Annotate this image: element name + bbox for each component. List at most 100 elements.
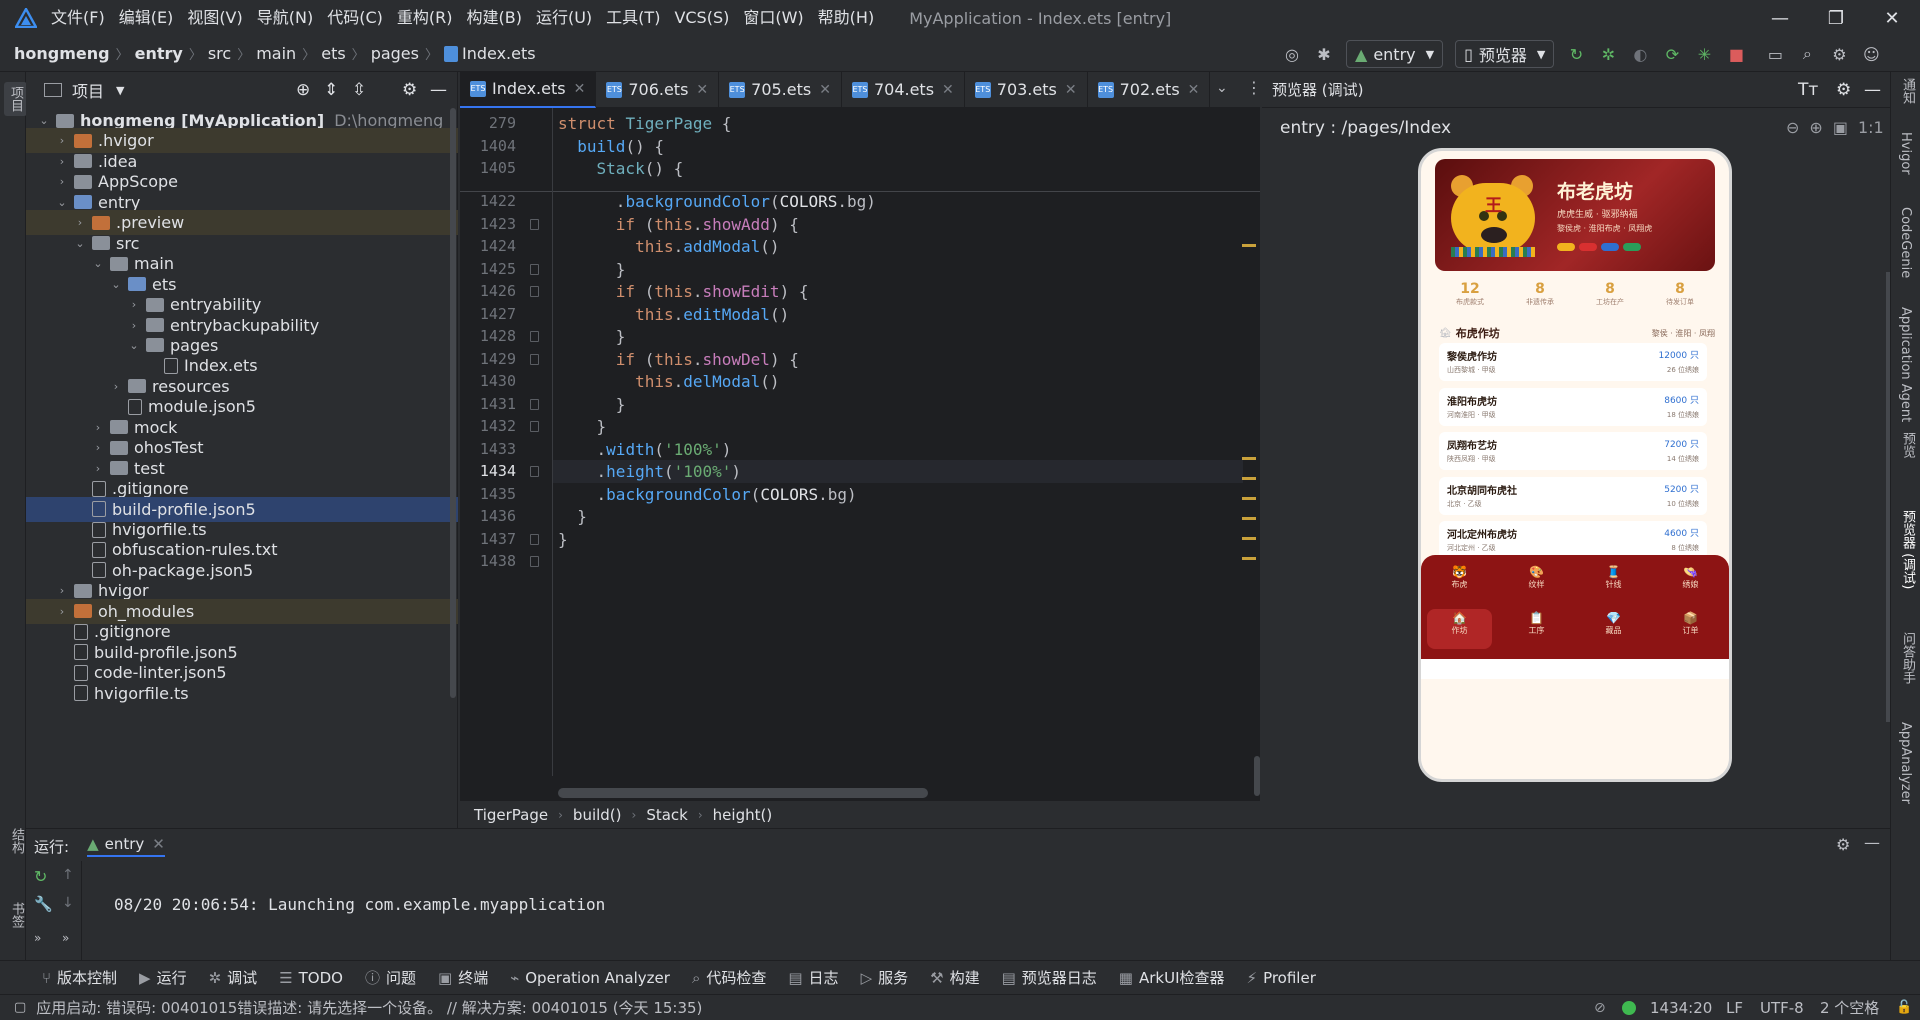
tool-window-8[interactable]: ▤ 日志 — [788, 967, 838, 988]
hide-icon[interactable]: — — [1864, 80, 1881, 100]
breadcrumb-item[interactable]: entry — [135, 44, 183, 63]
no-inspection-icon[interactable]: ⊘ — [1594, 1000, 1606, 1016]
layout-icon[interactable]: ▢ — [14, 1000, 26, 1015]
close-icon[interactable]: ✕ — [1065, 82, 1077, 98]
tool-window-11[interactable]: ▤ 预览器日志 — [1002, 967, 1097, 988]
project-tool-tab[interactable]: 项目 — [4, 82, 27, 116]
code-area[interactable]: 1422 .backgroundColor(COLORS.bg) 1423 if … — [460, 192, 1260, 752]
code-crumb[interactable]: TigerPage — [474, 806, 548, 824]
target-icon[interactable]: ◎ — [1279, 41, 1305, 67]
nav-item[interactable]: 🎨 纹样 — [1504, 563, 1569, 603]
chevron-right-icon[interactable]: › — [126, 298, 142, 311]
right-tool-tab[interactable]: CodeGenie — [1898, 207, 1913, 278]
zoom-out-icon[interactable]: ⊖ — [1786, 118, 1799, 137]
tool-window-10[interactable]: ⚒ 构建 — [930, 967, 979, 988]
chevron-right-icon[interactable]: › — [126, 319, 142, 332]
chevron-down-icon[interactable]: ⌄ — [36, 114, 52, 127]
tool-window-12[interactable]: ▦ ArkUI检查器 — [1119, 967, 1225, 988]
maximize-button[interactable]: ❐ — [1808, 0, 1864, 36]
horizontal-scrollbar[interactable] — [558, 788, 928, 798]
rerun-icon[interactable]: ↻ — [34, 867, 47, 886]
code-line[interactable]: } — [558, 327, 626, 346]
close-icon[interactable]: ✕ — [942, 82, 954, 98]
nav-item[interactable]: 🐯 布虎 — [1427, 563, 1492, 603]
chevron-right-icon[interactable]: › — [54, 155, 70, 168]
menu-item-4[interactable]: 代码(C) — [320, 0, 390, 36]
right-tool-tab[interactable]: 预览器 (调试) — [1898, 510, 1917, 589]
chevron-down-icon[interactable]: ⌄ — [54, 196, 70, 209]
fold-marker-icon[interactable] — [530, 421, 539, 432]
more-icon-2[interactable]: » — [62, 931, 69, 945]
code-line[interactable]: } — [558, 260, 626, 279]
tree-scrollbar[interactable] — [450, 108, 456, 698]
code-line[interactable]: } — [558, 417, 607, 436]
nav-item[interactable]: 👒 绣娘 — [1658, 563, 1723, 603]
code-line[interactable]: this.delModal() — [558, 372, 780, 391]
warning-mark[interactable] — [1242, 517, 1256, 520]
code-crumb[interactable]: build() — [573, 806, 622, 824]
settings-icon[interactable]: ⚙ — [402, 80, 417, 100]
tool-window-3[interactable]: ☰ TODO — [279, 969, 343, 987]
menu-item-2[interactable]: 视图(V) — [180, 0, 249, 36]
tool-window-9[interactable]: ▷ 服务 — [861, 967, 909, 988]
code-line[interactable]: if (this.showAdd) { — [558, 215, 799, 234]
right-tool-tab[interactable]: 通知 — [1898, 78, 1917, 104]
fold-marker-icon[interactable] — [530, 556, 539, 567]
device-select[interactable]: ▯ 预览器 ▼ — [1455, 40, 1555, 68]
code-line[interactable]: this.addModal() — [558, 237, 780, 256]
chevron-down-icon[interactable]: ⌄ — [108, 278, 124, 291]
code-line[interactable]: } — [558, 507, 587, 526]
project-panel-title[interactable]: 项目 — [72, 78, 104, 102]
fold-marker-icon[interactable] — [530, 331, 539, 342]
status-message[interactable]: 应用启动: 错误码: 00401015错误描述: 请先选择一个设备。 // 解决… — [36, 997, 702, 1018]
close-icon[interactable]: ✕ — [1188, 82, 1200, 98]
breadcrumb-item[interactable]: src — [208, 44, 231, 63]
locate-icon[interactable]: ⊕ — [296, 80, 310, 100]
close-icon[interactable]: ✕ — [819, 82, 831, 98]
close-icon[interactable]: ✕ — [696, 82, 708, 98]
actual-size-icon[interactable]: 1:1 — [1858, 118, 1884, 137]
tool-window-1[interactable]: ▶ 运行 — [139, 967, 187, 988]
search-icon[interactable]: ⌕ — [1794, 41, 1820, 67]
chevron-down-icon[interactable]: ⌄ — [90, 257, 106, 270]
tool-window-7[interactable]: ⌕ 代码检查 — [692, 967, 766, 988]
code-crumb[interactable]: Stack — [646, 806, 688, 824]
menu-item-3[interactable]: 导航(N) — [250, 0, 320, 36]
font-size-icon[interactable]: Tт — [1798, 80, 1818, 100]
menu-item-1[interactable]: 编辑(E) — [112, 0, 181, 36]
workshop-card[interactable]: 北京胡同布虎社 北京 · 乙级 5200 只 10 位绣娘 — [1439, 476, 1707, 515]
warning-mark[interactable] — [1242, 457, 1256, 460]
run-tab-entry[interactable]: ▲ entry ✕ — [87, 835, 165, 857]
code-line[interactable]: if (this.showDel) { — [558, 350, 799, 369]
workshop-card[interactable]: 河北定州布虎坊 河北定州 · 乙级 4600 只 8 位绣娘 — [1439, 521, 1707, 559]
tool-window-5[interactable]: ▣ 终端 — [438, 967, 488, 988]
minimize-button[interactable]: — — [1752, 0, 1808, 36]
bookmarks-tool-tab[interactable]: 书签 — [7, 902, 26, 928]
code-line[interactable]: if (this.showEdit) { — [558, 282, 809, 301]
file-encoding[interactable]: UTF-8 — [1760, 999, 1804, 1017]
run-config-select[interactable]: ▲ entry ▼ — [1346, 40, 1444, 68]
warning-mark[interactable] — [1242, 477, 1256, 480]
nav-item[interactable]: 🏠 作坊 — [1427, 609, 1492, 649]
tab-706-ets[interactable]: ETS 706.ets ✕ — [596, 71, 720, 108]
bug-icon[interactable]: ✱ — [1311, 41, 1337, 67]
stop-icon[interactable]: ■ — [1723, 41, 1749, 67]
fold-marker-icon[interactable] — [530, 263, 539, 275]
hide-icon[interactable]: — — [1864, 833, 1880, 852]
fold-marker-icon[interactable] — [530, 353, 539, 365]
menu-item-0[interactable]: 文件(F) — [44, 0, 112, 36]
indent-setting[interactable]: 2 个空格 — [1820, 997, 1879, 1018]
tool-window-4[interactable]: ⓘ 问题 — [365, 967, 416, 988]
more-icon[interactable]: ⋮ — [1246, 78, 1262, 97]
line-separator[interactable]: LF — [1726, 999, 1743, 1017]
settings-icon[interactable]: ⚙ — [1836, 835, 1850, 854]
fold-marker-icon[interactable] — [530, 466, 539, 477]
tool-window-6[interactable]: ⌁ Operation Analyzer — [510, 969, 670, 987]
breadcrumb-item[interactable]: hongmeng — [14, 44, 110, 63]
close-icon[interactable]: ✕ — [152, 835, 165, 853]
settings-icon[interactable]: ⚙ — [1836, 80, 1851, 100]
attach-debugger-icon[interactable]: ◐ — [1627, 41, 1653, 67]
nav-item[interactable]: 📋 工序 — [1504, 609, 1569, 649]
chevron-right-icon[interactable]: › — [54, 134, 70, 147]
workshop-card[interactable]: 凤翔布艺坊 陕西凤翔 · 甲级 7200 只 14 位绣娘 — [1439, 432, 1707, 470]
